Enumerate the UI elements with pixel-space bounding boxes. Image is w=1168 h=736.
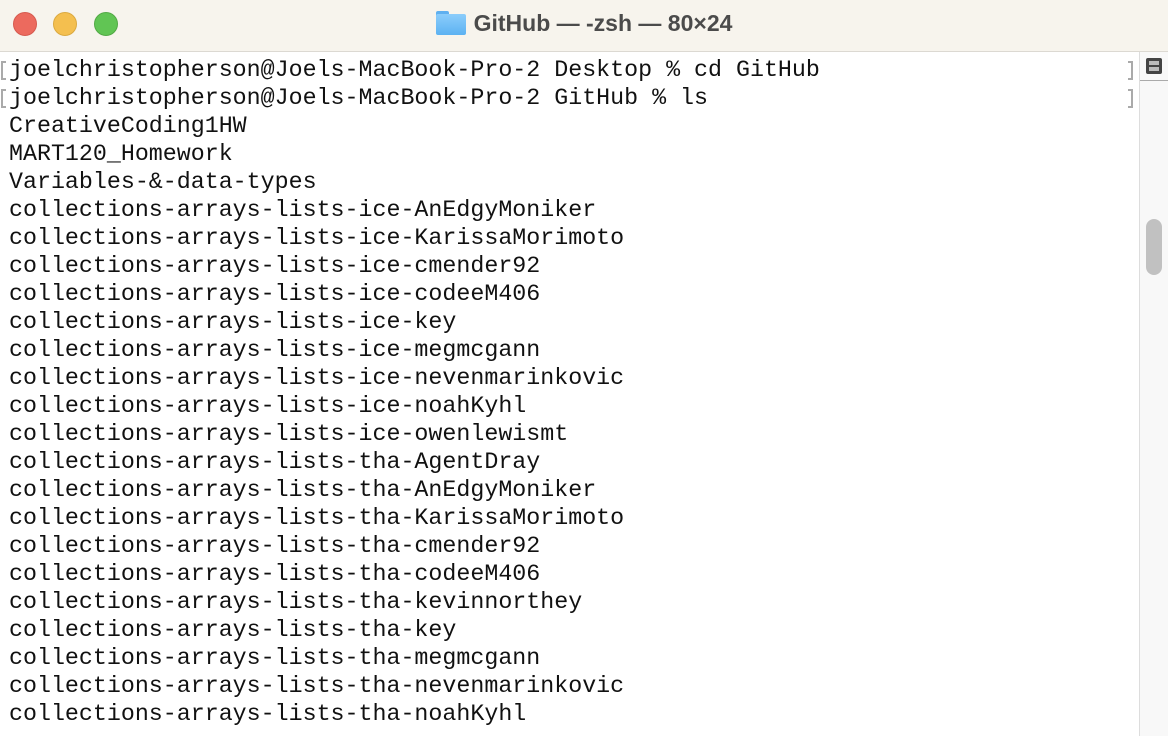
line-text: collections-arrays-lists-tha-codeeM406 — [9, 561, 541, 587]
terminal-output[interactable]: joelchristopherson@Joels-MacBook-Pro-2 D… — [0, 56, 1139, 736]
output-line: collections-arrays-lists-tha-AgentDray — [0, 448, 1139, 476]
line-text: collections-arrays-lists-tha-noahKyhl — [9, 701, 527, 727]
output-line: collections-arrays-lists-tha-noahKyhl — [0, 700, 1139, 728]
line-text: collections-arrays-lists-tha-key — [9, 617, 457, 643]
line-text: Variables-&-data-types — [9, 169, 317, 195]
output-line: CreativeCoding1HW — [0, 112, 1139, 140]
output-line: collections-arrays-lists-tha-KarissaMori… — [0, 504, 1139, 532]
scrollbar-thumb[interactable] — [1146, 219, 1162, 275]
title-bar: GitHub — -zsh — 80×24 — [0, 0, 1168, 52]
output-line: collections-arrays-lists-tha-codeeM406 — [0, 560, 1139, 588]
output-line: collections-arrays-lists-ice-AnEdgyMonik… — [0, 196, 1139, 224]
line-text: collections-arrays-lists-ice-AnEdgyMonik… — [9, 197, 597, 223]
line-text: collections-arrays-lists-tha-AnEdgyMonik… — [9, 477, 597, 503]
output-line: collections-arrays-lists-ice-cmender92 — [0, 252, 1139, 280]
output-line: collections-arrays-lists-tha-kevinnorthe… — [0, 588, 1139, 616]
output-line: MART120_Homework — [0, 140, 1139, 168]
line-text: collections-arrays-lists-tha-kevinnorthe… — [9, 589, 583, 615]
line-text: collections-arrays-lists-ice-owenlewismt — [9, 421, 569, 447]
output-line: collections-arrays-lists-tha-megmcgann — [0, 644, 1139, 672]
output-line: collections-arrays-lists-ice-codeeM406 — [0, 280, 1139, 308]
line-text: collections-arrays-lists-tha-megmcgann — [9, 645, 541, 671]
line-text: joelchristopherson@Joels-MacBook-Pro-2 G… — [9, 85, 709, 111]
line-text: collections-arrays-lists-ice-noahKyhl — [9, 393, 527, 419]
line-text: collections-arrays-lists-ice-nevenmarink… — [9, 365, 625, 391]
command-mark-left — [1, 89, 6, 108]
window-title-text: GitHub — -zsh — 80×24 — [473, 9, 733, 36]
prompt-line: joelchristopherson@Joels-MacBook-Pro-2 G… — [0, 84, 1139, 112]
command-mark-right — [1128, 61, 1133, 80]
line-text: collections-arrays-lists-ice-cmender92 — [9, 253, 541, 279]
output-line: Variables-&-data-types — [0, 168, 1139, 196]
output-line: collections-arrays-lists-tha-key — [0, 616, 1139, 644]
line-text: CreativeCoding1HW — [9, 113, 247, 139]
line-text: collections-arrays-lists-ice-codeeM406 — [9, 281, 541, 307]
command-mark-left — [1, 61, 6, 80]
line-text: collections-arrays-lists-tha-nevenmarink… — [9, 673, 625, 699]
line-text: collections-arrays-lists-ice-key — [9, 309, 457, 335]
line-text: collections-arrays-lists-tha-AgentDray — [9, 449, 541, 475]
scrollbar[interactable] — [1139, 52, 1168, 736]
window-title: GitHub — -zsh — 80×24 — [0, 0, 1168, 46]
output-line: collections-arrays-lists-ice-megmcgann — [0, 336, 1139, 364]
output-line: collections-arrays-lists-tha-nevenmarink… — [0, 672, 1139, 700]
line-text: collections-arrays-lists-ice-megmcgann — [9, 337, 541, 363]
line-text: joelchristopherson@Joels-MacBook-Pro-2 D… — [9, 57, 820, 83]
line-text: collections-arrays-lists-tha-KarissaMori… — [9, 505, 625, 531]
output-line: collections-arrays-lists-ice-KarissaMori… — [0, 224, 1139, 252]
split-pane-icon — [1146, 58, 1162, 74]
prompt-line: joelchristopherson@Joels-MacBook-Pro-2 D… — [0, 56, 1139, 84]
output-line: collections-arrays-lists-ice-noahKyhl — [0, 392, 1139, 420]
split-pane-button[interactable] — [1140, 52, 1168, 81]
output-line: collections-arrays-lists-ice-nevenmarink… — [0, 364, 1139, 392]
output-line: collections-arrays-lists-ice-key — [0, 308, 1139, 336]
output-line: collections-arrays-lists-ice-owenlewismt — [0, 420, 1139, 448]
line-text: collections-arrays-lists-ice-KarissaMori… — [9, 225, 625, 251]
output-line: collections-arrays-lists-tha-AnEdgyMonik… — [0, 476, 1139, 504]
line-text: collections-arrays-lists-tha-cmender92 — [9, 533, 541, 559]
output-line: collections-arrays-lists-tha-cmender92 — [0, 532, 1139, 560]
line-text: MART120_Homework — [9, 141, 233, 167]
command-mark-right — [1128, 89, 1133, 108]
folder-icon — [435, 11, 466, 35]
